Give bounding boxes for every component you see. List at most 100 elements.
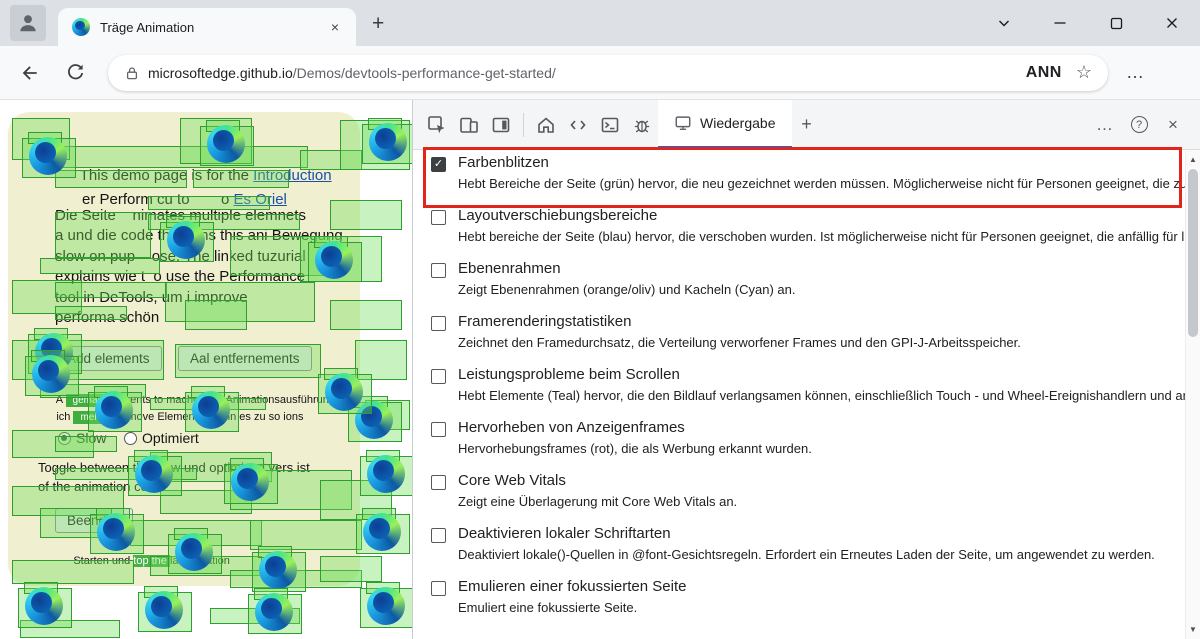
devtools-close-button[interactable]: × — [1156, 115, 1190, 135]
devtools-menu-button[interactable]: … — [1088, 115, 1122, 135]
demo-footer: Starten und top the la Animation — [55, 543, 230, 579]
edge-logo — [145, 591, 183, 629]
radio-optimized[interactable]: Optimiert — [124, 430, 199, 446]
rendering-option-row: Leistungsprobleme beim Scrollen Hebt Ele… — [431, 366, 1176, 419]
demo-toggle-text-1: Toggle between the slow und optimized ve… — [38, 458, 310, 478]
rendering-option-row: Framerenderingstatistiken Zeichnet den F… — [431, 313, 1176, 366]
option-title: Farbenblitzen — [458, 154, 1200, 172]
dock-side-icon[interactable] — [485, 100, 517, 149]
option-description: Hebt Bereiche der Seite (grün) hervor, d… — [458, 176, 1200, 191]
demo-para-line: a und die code that runs this ani Bewegu… — [55, 226, 343, 246]
content-area: This demo page is for the Introduction e… — [0, 100, 1200, 639]
edge-favicon — [72, 18, 90, 36]
add-elements-button[interactable]: Add elements — [55, 346, 162, 371]
radio-slow[interactable]: Slow — [58, 430, 106, 446]
rendering-option-row: Emulieren einer fokussierten Seite Emuli… — [431, 578, 1176, 631]
minimize-button[interactable] — [1032, 0, 1088, 46]
demo-para-line: Die Seite nimates multiple elemnets — [55, 206, 306, 226]
option-title: Emulieren einer fokussierten Seite — [458, 578, 686, 596]
option-checkbox[interactable] — [431, 369, 446, 384]
radio-optimized-label: Optimiert — [142, 430, 199, 446]
option-checkbox[interactable] — [431, 581, 446, 596]
tab-rendering[interactable]: Wiedergabe — [658, 100, 792, 149]
edge-logo — [25, 587, 63, 625]
favorite-star-icon[interactable]: ☆ — [1076, 62, 1092, 83]
devtools-scrollbar[interactable]: ▲ ▼ — [1185, 150, 1200, 639]
option-title: Hervorheben von Anzeigenframes — [458, 419, 812, 437]
scroll-up-icon[interactable]: ▲ — [1186, 152, 1200, 167]
rendering-tab-label: Wiedergabe — [700, 115, 776, 131]
refresh-button[interactable] — [58, 56, 92, 90]
option-checkbox[interactable] — [431, 475, 446, 490]
rendering-option-row: Core Web Vitals Zeigt eine Überlagerung … — [431, 472, 1176, 525]
option-checkbox[interactable] — [431, 263, 446, 278]
sources-tab-icon[interactable] — [562, 100, 594, 149]
scroll-down-icon[interactable]: ▼ — [1186, 622, 1200, 637]
rendering-option-row: Layoutverschiebungsbereiche Hebt bereich… — [431, 207, 1176, 260]
more-tabs-button[interactable]: + — [792, 100, 822, 149]
remove-elements-button[interactable]: Aal entfernements — [178, 346, 312, 371]
badge-mehr: mehr — [73, 411, 110, 424]
window-controls — [976, 0, 1200, 46]
option-checkbox[interactable] — [431, 528, 446, 543]
edge-logo — [369, 123, 407, 161]
option-title: Leistungsprobleme beim Scrollen — [458, 366, 1200, 384]
demo-page: This demo page is for the Introduction e… — [0, 100, 412, 639]
back-button[interactable] — [12, 56, 46, 90]
close-window-button[interactable] — [1144, 0, 1200, 46]
browser-menu-button[interactable]: … — [1126, 62, 1145, 83]
new-tab-button[interactable]: + — [372, 12, 384, 36]
rendering-option-row: Ebenenrahmen Zeigt Ebenenrahmen (orange/… — [431, 260, 1176, 313]
tab-title: Träge Animation — [100, 20, 314, 35]
url-host: microsoftedge.github.io — [148, 65, 293, 81]
option-title: Core Web Vitals — [458, 472, 737, 490]
option-checkbox[interactable] — [431, 316, 446, 331]
url-path: /Demos/devtools-performance-get-started/ — [293, 65, 556, 81]
scrollbar-thumb[interactable] — [1188, 169, 1198, 337]
radio-optimized-control[interactable] — [124, 432, 137, 445]
browser-titlebar: Träge Animation × + — [0, 0, 1200, 46]
demo-para-line: slow on pup ose. The linked tuzurial — [55, 247, 306, 267]
demo-para-line: performa schön — [55, 308, 159, 328]
inspect-element-icon[interactable] — [421, 100, 453, 149]
option-description: Hervorhebungsframes (rot), die als Werbu… — [458, 441, 812, 456]
option-description: Deaktiviert lokale()-Quellen in @font-Ge… — [458, 547, 1155, 562]
paint-flash-rect — [210, 608, 300, 624]
option-checkbox[interactable] — [431, 210, 446, 225]
profile-avatar[interactable] — [10, 5, 46, 41]
browser-navbar: microsoftedge.github.io/Demos/devtools-p… — [0, 46, 1200, 100]
stop-button[interactable]: Beenden — [55, 508, 133, 533]
rendering-option-row: Deaktivieren lokaler Schriftarten Deakti… — [431, 525, 1176, 578]
demo-para-line: tool in DeTools, um i improve — [55, 288, 248, 308]
edge-logo — [255, 593, 293, 631]
address-bar[interactable]: microsoftedge.github.io/Demos/devtools-p… — [108, 55, 1108, 91]
home-tab-icon[interactable] — [530, 100, 562, 149]
paint-flash-cluster — [138, 586, 196, 636]
browser-tab[interactable]: Träge Animation × — [58, 8, 356, 46]
window-menu-chevron-icon[interactable] — [976, 0, 1032, 46]
person-icon — [17, 12, 39, 34]
edge-logo — [363, 513, 401, 551]
option-title: Deaktivieren lokaler Schriftarten — [458, 525, 1155, 543]
debug-bug-icon[interactable] — [626, 100, 658, 149]
demo-para-line: explains wie t o use the Performance — [55, 267, 305, 287]
profile-label[interactable]: ANN — [1026, 64, 1062, 82]
maximize-button[interactable] — [1088, 0, 1144, 46]
radio-slow-control[interactable] — [58, 432, 71, 445]
option-description: Zeigt eine Überlagerung mit Core Web Vit… — [458, 494, 737, 509]
option-description: Hebt bereiche der Seite (blau) hervor, d… — [458, 229, 1200, 244]
edge-logo — [367, 587, 405, 625]
tab-close-icon[interactable]: × — [324, 16, 346, 38]
devtools-help-button[interactable]: ? — [1122, 116, 1156, 133]
console-tab-icon[interactable] — [594, 100, 626, 149]
devtools-toolbar: Wiedergabe + … ? × — [413, 100, 1200, 150]
option-checkbox[interactable]: ✓ — [431, 157, 446, 172]
edge-logo — [367, 455, 405, 493]
demo-toggle-text-2: of the animation code. — [38, 477, 166, 497]
option-title: Layoutverschiebungsbereiche — [458, 207, 1200, 225]
rendering-option-row: ✓ Farbenblitzen Hebt Bereiche der Seite … — [431, 154, 1176, 207]
option-checkbox[interactable] — [431, 422, 446, 437]
paint-flash-cluster — [360, 582, 412, 632]
device-emulation-icon[interactable] — [453, 100, 485, 149]
lock-icon — [124, 65, 140, 81]
